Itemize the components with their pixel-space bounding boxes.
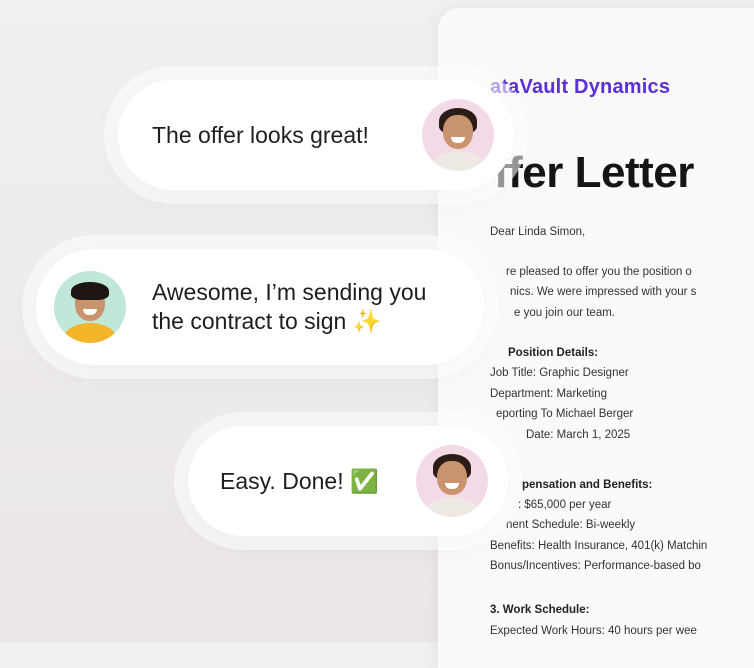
company-brand: ataVault Dynamics <box>490 76 671 98</box>
intro-line-1: re pleased to offer you the position o <box>506 266 692 278</box>
work-hours-line: Expected Work Hours: 40 hours per wee <box>490 625 697 637</box>
message-2-text: Awesome, I’m sending you the contract to… <box>152 278 426 336</box>
intro-line-2: nics. We were impressed with your s <box>510 286 697 298</box>
avatar-man <box>54 271 126 343</box>
chat-bubble-1: The offer looks great! <box>118 80 514 190</box>
benefits-line: Benefits: Health Insurance, 401(k) Match… <box>490 540 708 552</box>
document-title: ffer Letter <box>494 148 694 197</box>
chat-bubble-3: Easy. Done! ✅ <box>188 426 508 536</box>
department-line: Department: Marketing <box>490 388 607 400</box>
section-schedule-heading: 3. Work Schedule: <box>490 604 590 616</box>
message-1-text: The offer looks great! <box>152 121 369 148</box>
message-3-text: Easy. Done! ✅ <box>220 467 379 494</box>
salary-line: : $65,000 per year <box>518 499 612 511</box>
message-2-line-2: the contract to sign ✨ <box>152 308 382 334</box>
section-position-heading: Position Details: <box>508 347 599 359</box>
avatar-woman <box>416 445 488 517</box>
section-compensation-heading: pensation and Benefits: <box>522 479 653 491</box>
intro-line-3: e you join our team. <box>514 307 616 319</box>
reporting-line: eporting To Michael Berger <box>496 408 634 420</box>
job-title-line: Job Title: Graphic Designer <box>490 367 629 379</box>
payment-schedule-line: nent Schedule: Bi-weekly <box>506 519 636 531</box>
greeting: Dear Linda Simon, <box>490 226 586 238</box>
message-2-line-1: Awesome, I’m sending you <box>152 279 427 306</box>
avatar-woman <box>422 99 494 171</box>
chat-bubble-2: Awesome, I’m sending you the contract to… <box>36 249 484 365</box>
start-date-line: Date: March 1, 2025 <box>526 429 631 441</box>
bonus-line: Bonus/Incentives: Performance-based bo <box>490 560 701 572</box>
